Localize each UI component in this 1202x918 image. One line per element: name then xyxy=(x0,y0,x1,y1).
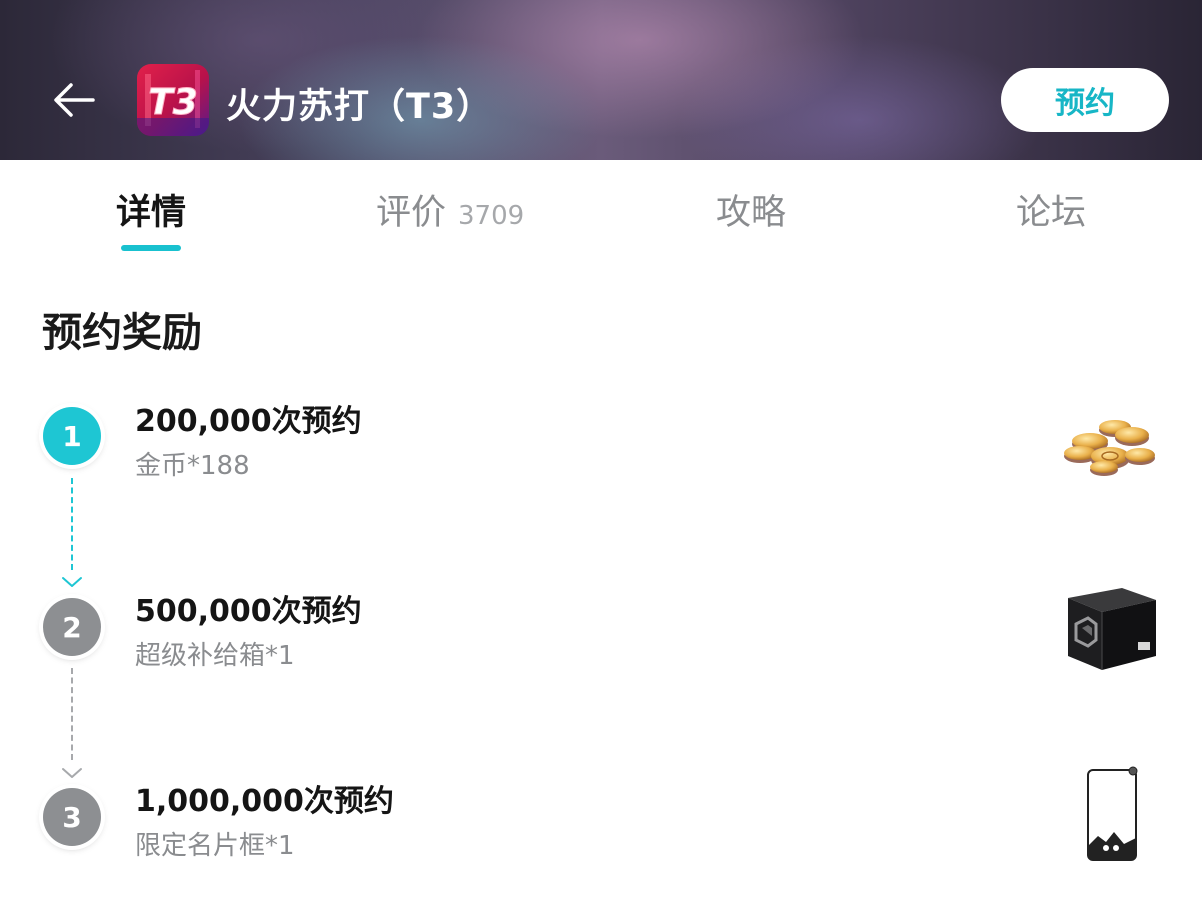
milestone-1-title: 200,000次预约 xyxy=(135,404,362,439)
arrow-left-icon xyxy=(54,83,95,117)
milestone-2-badge: 2 xyxy=(43,598,101,656)
chevron-down-icon xyxy=(62,577,82,587)
tab-bar: 详情 评价 3709 攻略 论坛 xyxy=(0,160,1202,256)
milestone-3-reward: 限定名片框*1 xyxy=(135,831,295,861)
tab-forum[interactable]: 论坛 xyxy=(1016,184,1086,234)
milestone-2-reward: 超级补给箱*1 xyxy=(135,641,295,671)
active-tab-indicator xyxy=(121,245,181,251)
timeline-connector xyxy=(71,668,73,760)
header-bar: T3 火力苏打（T3） 预约 xyxy=(0,0,1202,160)
tab-details[interactable]: 详情 xyxy=(116,184,186,234)
app-title: 火力苏打（T3） xyxy=(226,87,493,127)
tab-guides-label: 攻略 xyxy=(716,193,787,233)
timeline-connector xyxy=(71,478,73,570)
tab-forum-label: 论坛 xyxy=(1016,193,1087,233)
section-title: 预约奖励 xyxy=(42,310,202,356)
milestone-3-badge: 3 xyxy=(43,788,101,846)
card-frame-icon xyxy=(1087,766,1138,861)
milestone-1-reward: 金币*188 xyxy=(135,451,250,481)
tab-guides[interactable]: 攻略 xyxy=(716,184,786,234)
milestone-3-title: 1,000,000次预约 xyxy=(135,784,394,819)
app-icon-text: T3 xyxy=(148,82,198,123)
milestone-1-badge: 1 xyxy=(43,407,101,465)
back-button[interactable] xyxy=(44,70,104,130)
milestone-2-title: 500,000次预约 xyxy=(135,594,362,629)
supply-box-icon xyxy=(1068,588,1156,670)
chevron-down-icon xyxy=(62,768,82,778)
reserve-button[interactable]: 预约 xyxy=(1001,68,1169,132)
tab-reviews-count: 3709 xyxy=(458,201,525,231)
gold-coins-icon xyxy=(1064,420,1155,476)
tab-reviews-label: 评价 xyxy=(376,193,447,233)
tab-reviews[interactable]: 评价 3709 xyxy=(376,184,524,234)
tab-details-label: 详情 xyxy=(116,193,187,233)
app-icon: T3 xyxy=(137,64,209,136)
